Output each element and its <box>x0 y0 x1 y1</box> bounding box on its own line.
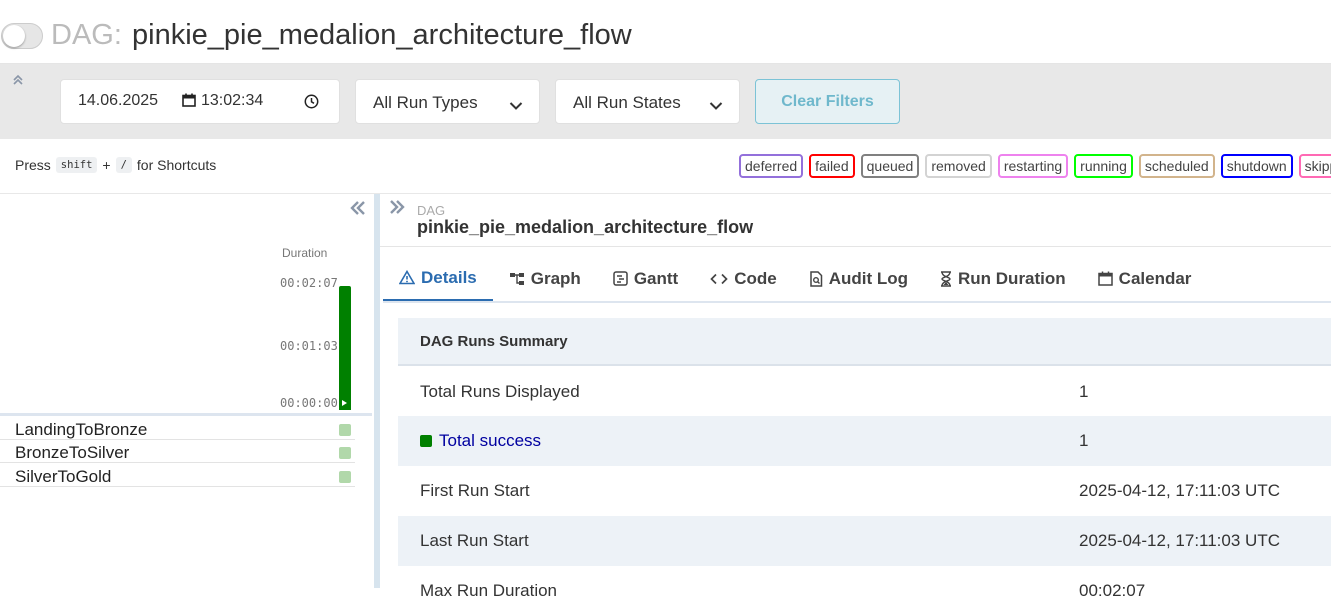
time-value: 13:02:34 <box>201 92 264 109</box>
summary-key: Last Run Start <box>420 531 529 550</box>
collapse-up-icon[interactable] <box>12 74 24 88</box>
graph-icon <box>509 272 524 285</box>
calendar-icon[interactable] <box>182 93 196 107</box>
slash-key: / <box>115 157 132 173</box>
state-removed[interactable]: removed <box>925 154 992 178</box>
summary-value: 2025-04-12, 17:11:03 UTC <box>1079 481 1280 500</box>
summary-value: 1 <box>1079 431 1089 450</box>
summary-row: Total success 1 <box>398 416 1331 466</box>
state-failed[interactable]: failed <box>809 154 855 178</box>
page-title: pinkie_pie_medalion_architecture_flow <box>132 19 632 51</box>
shift-key: shift <box>55 157 98 173</box>
tab-label: Details <box>421 267 477 287</box>
tab-code[interactable]: Code <box>694 256 793 301</box>
date-value: 14.06.2025 <box>78 92 159 109</box>
panel-splitter[interactable] <box>374 194 380 588</box>
task-row[interactable]: LandingToBronze <box>0 417 355 440</box>
chevron-down-icon <box>709 96 723 110</box>
tab-label: Graph <box>530 268 581 288</box>
state-deferred[interactable]: deferred <box>739 154 804 178</box>
duration-tick: 00:00:00 <box>280 396 338 410</box>
state-scheduled[interactable]: scheduled <box>1138 154 1215 178</box>
clock-icon[interactable] <box>304 94 319 109</box>
tab-audit-log[interactable]: Audit Log <box>793 256 924 301</box>
gantt-icon <box>613 271 628 286</box>
run-state-selected: All Run States <box>573 93 681 112</box>
summary-row: Max Run Duration 00:02:07 <box>398 566 1331 616</box>
summary-key: Max Run Duration <box>420 581 558 600</box>
task-row[interactable]: SilverToGold <box>0 464 355 487</box>
tab-details[interactable]: Details <box>383 256 493 301</box>
divider <box>0 193 1331 194</box>
tab-gantt[interactable]: Gantt <box>597 256 694 301</box>
summary-row: First Run Start 2025-04-12, 17:11:03 UTC <box>398 466 1331 516</box>
tab-graph[interactable]: Graph <box>493 256 597 301</box>
duration-label: Duration <box>282 246 328 260</box>
summary-value: 1 <box>1079 382 1089 401</box>
tab-label: Code <box>734 268 777 288</box>
state-restarting[interactable]: restarting <box>997 154 1069 178</box>
summary-key: Total Runs Displayed <box>420 382 580 401</box>
toggle-knob <box>3 25 25 47</box>
task-instance-square[interactable] <box>339 447 351 459</box>
task-instance-square[interactable] <box>339 471 351 483</box>
hourglass-icon <box>941 270 952 287</box>
summary-value: 2025-04-12, 17:11:03 UTC <box>1079 531 1280 550</box>
warning-triangle-icon <box>399 270 415 285</box>
expand-details-icon[interactable] <box>388 197 406 219</box>
plus-sign: + <box>102 157 111 173</box>
shortcuts-suffix: for Shortcuts <box>136 157 217 173</box>
summary-row: Total Runs Displayed 1 <box>398 367 1331 417</box>
state-queued[interactable]: queued <box>860 154 920 178</box>
divider <box>380 246 1331 247</box>
summary-key: First Run Start <box>420 481 530 500</box>
clear-filters-button[interactable]: Clear Filters <box>755 79 900 124</box>
task-name: SilverToGold <box>15 467 112 486</box>
tab-label: Gantt <box>633 268 679 288</box>
tab-calendar[interactable]: Calendar <box>1082 256 1208 301</box>
task-row[interactable]: BronzeToSilver <box>0 440 355 463</box>
collapse-grid-icon[interactable] <box>349 198 367 220</box>
summary-header: DAG Runs Summary <box>398 318 1331 366</box>
dag-pause-toggle[interactable] <box>1 23 43 49</box>
dag-prefix-label: DAG: <box>51 19 122 51</box>
chevron-down-icon <box>509 96 523 110</box>
task-name: BronzeToSilver <box>15 443 130 462</box>
state-running[interactable]: running <box>1074 154 1133 178</box>
summary-value: 00:02:07 <box>1079 581 1146 600</box>
run-state-select[interactable]: All Run States <box>555 79 740 124</box>
run-type-select[interactable]: All Run Types <box>355 79 540 124</box>
task-instance-square[interactable] <box>339 424 351 436</box>
calendar-icon <box>1097 271 1113 286</box>
manual-run-icon <box>342 400 347 406</box>
shortcuts-press: Press <box>15 157 51 173</box>
duration-tick: 00:01:03 <box>280 339 338 353</box>
state-shutdown[interactable]: shutdown <box>1220 154 1293 178</box>
run-type-selected: All Run Types <box>373 93 478 112</box>
state-skipped[interactable]: skipped <box>1298 154 1331 178</box>
success-status-icon <box>420 435 432 447</box>
summary-title: DAG Runs Summary <box>420 333 568 350</box>
tab-run-duration[interactable]: Run Duration <box>924 256 1082 301</box>
file-search-icon <box>809 270 822 287</box>
duration-tick: 00:02:07 <box>280 276 338 290</box>
task-name: LandingToBronze <box>15 420 148 439</box>
grid-separator <box>0 413 372 416</box>
summary-row: Last Run Start 2025-04-12, 17:11:03 UTC <box>398 516 1331 566</box>
dag-run-duration-bar[interactable] <box>339 286 351 410</box>
code-icon <box>710 273 728 284</box>
breadcrumb-dag-id[interactable]: pinkie_pie_medalion_architecture_flow <box>417 217 753 238</box>
breadcrumb-dag-label: DAG <box>417 203 446 218</box>
tab-label: Audit Log <box>828 268 909 288</box>
tab-label: Calendar <box>1118 268 1192 288</box>
total-success-link[interactable]: Total success <box>439 431 541 451</box>
tab-label: Run Duration <box>958 268 1066 288</box>
shortcuts-hint: Press shift + / for Shortcuts <box>15 157 216 173</box>
detail-tabs: Details Graph Gantt Code Audit Log Run D… <box>383 256 1207 303</box>
state-legend: deferred failed queued removed restartin… <box>739 154 1331 178</box>
